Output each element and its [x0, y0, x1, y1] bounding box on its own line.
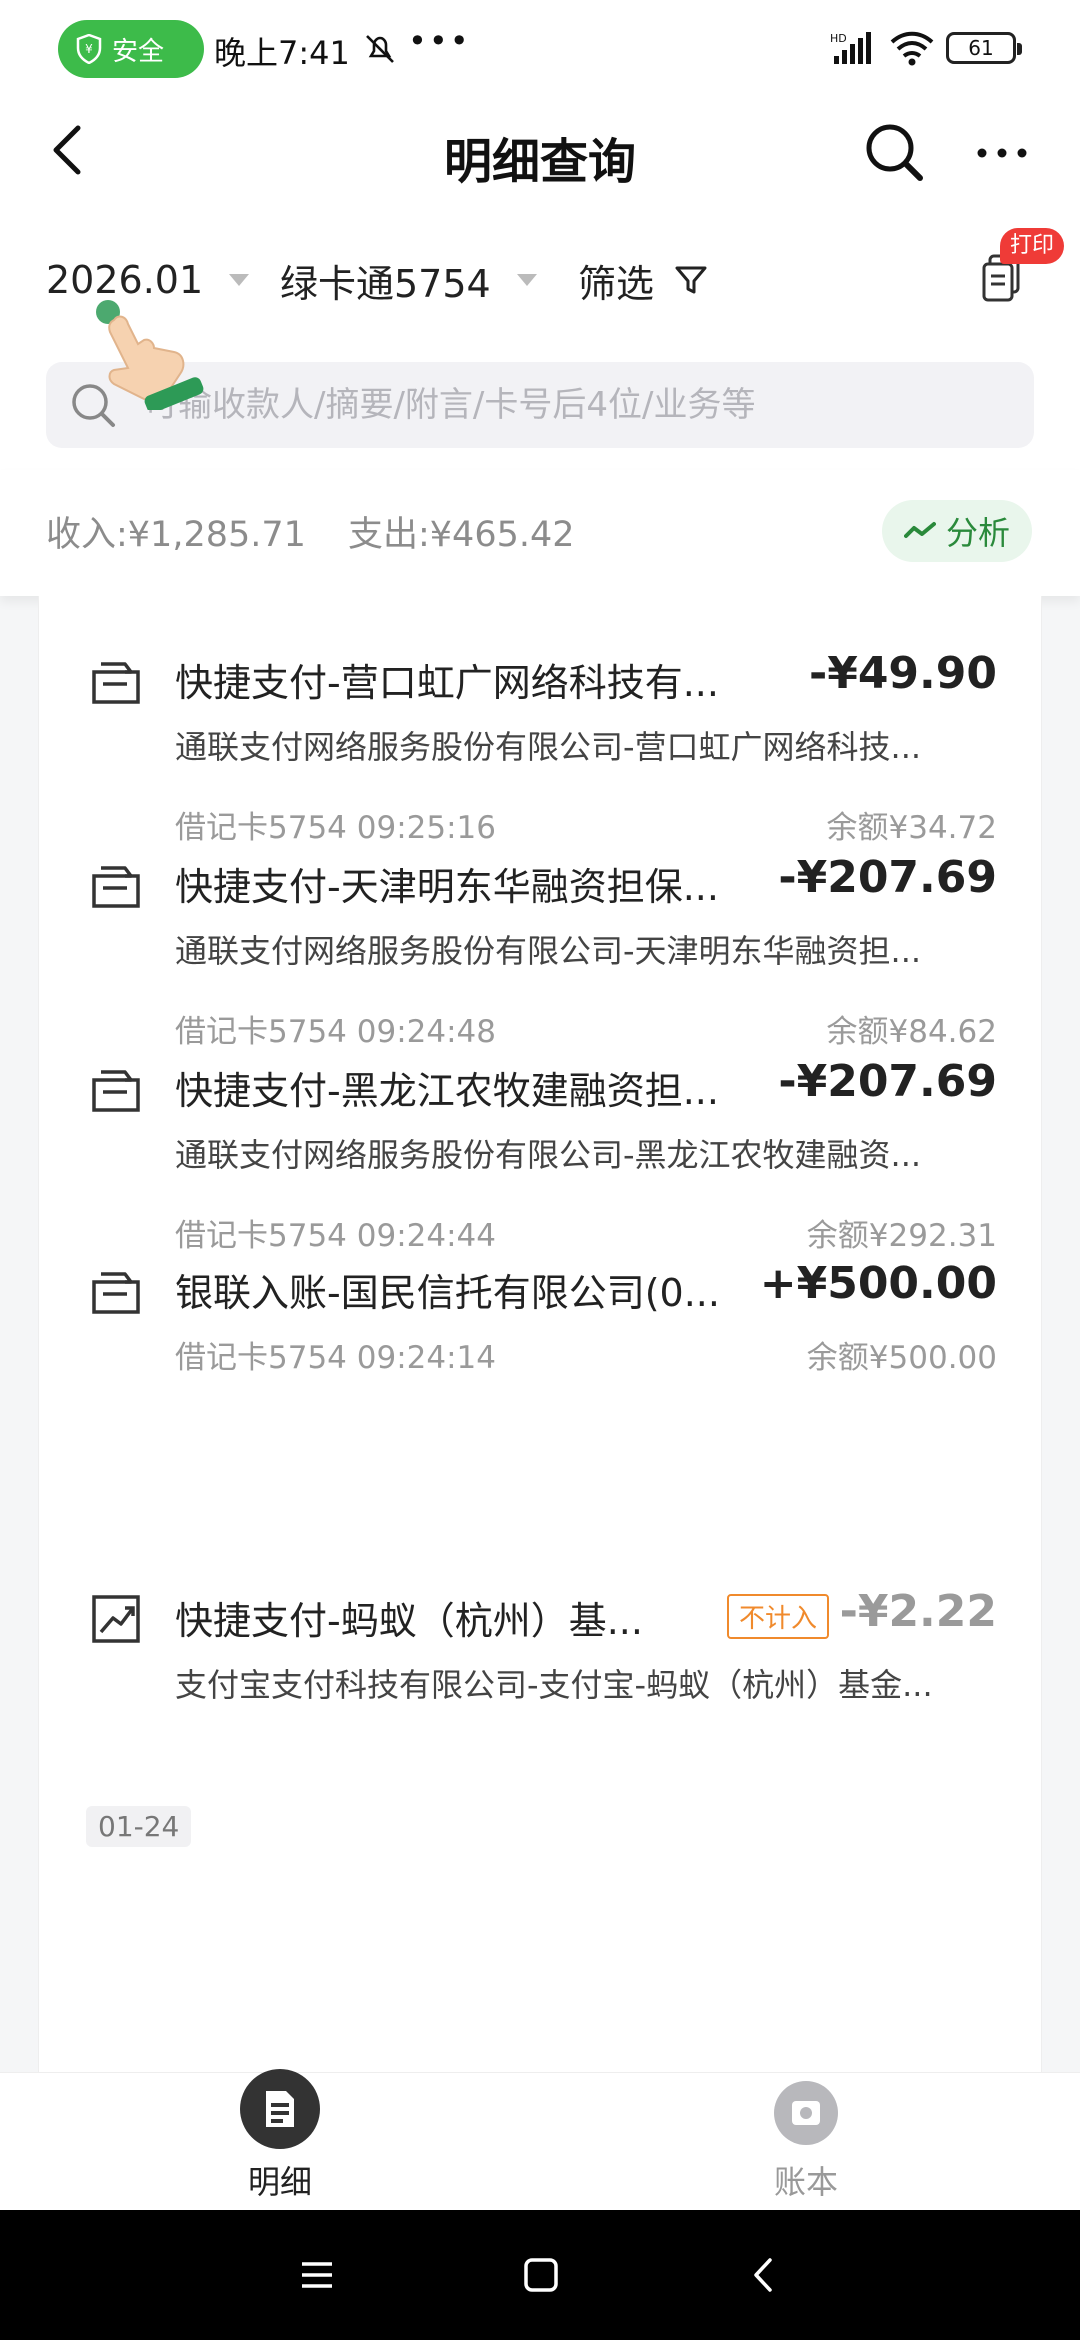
- transaction-description: 通联支付网络服务股份有限公司-天津明东华融资担...: [175, 932, 922, 970]
- transaction-list: 快捷支付-营口虹广网络科技有... -¥49.90 通联支付网络服务股份有限公司…: [38, 596, 1042, 2072]
- month-value: 2026.01: [46, 258, 204, 302]
- menu-icon[interactable]: [292, 2250, 342, 2300]
- chart-trend-icon: [92, 1595, 140, 1643]
- receipt-icon: [92, 1272, 140, 1314]
- transaction-title: 快捷支付-营口虹广网络科技有...: [175, 661, 719, 705]
- security-badge[interactable]: ¥ 安全: [58, 20, 204, 78]
- transaction-meta: 借记卡5754 09:24:14: [175, 1340, 496, 1376]
- nav-label: 账本: [773, 2163, 838, 2201]
- transaction-description: 通联支付网络服务股份有限公司-黑龙江农牧建融资...: [175, 1136, 922, 1174]
- ledger-icon: [774, 2081, 838, 2145]
- transaction-meta: 借记卡5754 09:24:48: [175, 1014, 496, 1050]
- mute-bell-icon: [366, 35, 394, 63]
- home-icon[interactable]: [516, 2250, 566, 2300]
- transaction-amount: +¥500.00: [759, 1258, 997, 1309]
- svg-text:¥: ¥: [85, 42, 93, 56]
- transaction-title: 快捷支付-蚂蚁（杭州）基...: [175, 1599, 643, 1643]
- battery-level: 61: [968, 36, 994, 60]
- signal-icon: HD: [830, 32, 871, 64]
- expense-total: 支出:¥465.42: [348, 515, 575, 555]
- wifi-icon: [890, 31, 934, 66]
- trend-line-icon: [903, 522, 936, 538]
- card-selector[interactable]: 绿卡通5754: [280, 240, 537, 320]
- analyze-button[interactable]: 分析: [882, 500, 1032, 562]
- transaction-title: 快捷支付-天津明东华融资担保...: [175, 865, 719, 909]
- status-bar: ¥ 安全 晚上7:41 ••• HD 61: [0, 0, 1080, 98]
- receipt-icon: [92, 1070, 140, 1112]
- transaction-amount: -¥49.90: [808, 648, 997, 699]
- transaction-balance: 余额¥84.62: [826, 1014, 997, 1050]
- bottom-navigation: 明细 账本: [0, 2069, 1080, 2211]
- transaction-amount: -¥207.69: [778, 852, 997, 903]
- network-type: HD: [830, 32, 847, 45]
- clock: 晚上7:41: [214, 34, 350, 72]
- excluded-tag: 不计入: [727, 1594, 830, 1639]
- search-input[interactable]: [144, 385, 1004, 425]
- back-icon[interactable]: [740, 2250, 790, 2300]
- transaction-description: 支付宝支付科技有限公司-支付宝-蚂蚁（杭州）基金...: [175, 1666, 933, 1704]
- transaction-balance: 余额¥500.00: [806, 1340, 997, 1376]
- summary-bar: 收入:¥1,285.71 支出:¥465.42 分析: [0, 470, 1080, 596]
- search-icon[interactable]: [862, 120, 926, 184]
- receipt-icon: [92, 662, 140, 704]
- transaction-amount: -¥207.69: [778, 1056, 997, 1107]
- nav-tab-ledger[interactable]: 账本: [706, 2073, 906, 2211]
- transaction-meta: 借记卡5754 09:24:44: [175, 1218, 496, 1254]
- print-badge[interactable]: 打印: [1000, 228, 1065, 264]
- filter-label: 筛选: [578, 261, 655, 306]
- transaction-meta: 借记卡5754 09:25:16: [175, 810, 496, 846]
- receipt-icon: [92, 866, 140, 908]
- filter-button[interactable]: 筛选: [578, 240, 708, 320]
- battery-icon: 61: [946, 32, 1022, 64]
- shield-icon: ¥: [76, 34, 102, 64]
- transaction-balance: 余额¥34.72: [826, 810, 997, 846]
- transaction-balance: 余额¥292.31: [806, 1218, 997, 1254]
- nav-label: 明细: [247, 2163, 312, 2201]
- date-group-label: 01-24: [86, 1806, 192, 1847]
- dropdown-caret-icon: [229, 274, 250, 286]
- more-notifications-icon: •••: [408, 22, 471, 60]
- more-menu-icon[interactable]: [972, 128, 1032, 178]
- transaction-title: 快捷支付-黑龙江农牧建融资担...: [175, 1069, 719, 1113]
- transaction-amount: -¥2.22: [839, 1586, 997, 1637]
- nav-tab-detail[interactable]: 明细: [180, 2069, 380, 2211]
- analyze-label: 分析: [945, 514, 1010, 552]
- tap-hand-icon: [96, 300, 204, 410]
- transaction-title: 银联入账-国民信托有限公司(0...: [175, 1271, 720, 1315]
- income-total: 收入:¥1,285.71: [46, 515, 306, 555]
- security-label: 安全: [112, 36, 165, 67]
- system-navigation-bar: [0, 2210, 1080, 2340]
- card-value: 绿卡通5754: [280, 261, 491, 306]
- document-icon: [240, 2069, 320, 2149]
- funnel-icon: [675, 266, 707, 294]
- dropdown-caret-icon: [516, 274, 537, 286]
- transaction-description: 通联支付网络服务股份有限公司-营口虹广网络科技...: [175, 728, 922, 766]
